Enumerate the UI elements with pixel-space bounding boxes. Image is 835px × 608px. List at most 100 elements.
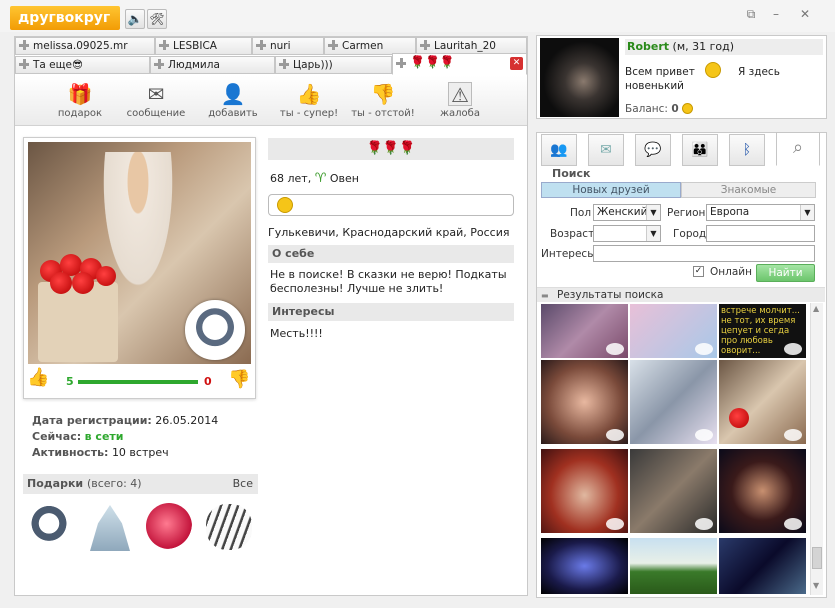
- like-button[interactable]: 👍 ты - супер!: [269, 82, 349, 119]
- about-text: Не в поиске! В сказки не верю! Подкаты б…: [270, 268, 507, 295]
- results-label: Результаты поиска: [557, 289, 664, 301]
- scroll-thumb[interactable]: [812, 547, 822, 569]
- profile-photo[interactable]: [28, 142, 251, 364]
- gift-button[interactable]: 🎁 подарок: [40, 82, 120, 119]
- about-header: О себе: [268, 245, 514, 263]
- tab-chat-6[interactable]: Та еще😎: [15, 56, 150, 74]
- interests-label: Интересы: [541, 248, 596, 260]
- plus-icon: [19, 59, 29, 69]
- result-thumb[interactable]: [541, 538, 628, 594]
- tab-chats[interactable]: 💬: [635, 134, 671, 166]
- my-avatar[interactable]: [540, 38, 619, 117]
- my-name[interactable]: Robert: [627, 40, 669, 53]
- find-button[interactable]: Найти: [756, 264, 815, 282]
- group-chat-icon: 👪: [691, 142, 709, 158]
- gifts-all-link[interactable]: Все: [233, 474, 253, 494]
- complain-button[interactable]: ⚠ жалоба: [420, 82, 500, 119]
- age-select[interactable]: ▼: [593, 225, 661, 242]
- restore-icon[interactable]: ⧉: [740, 5, 762, 23]
- husky-gift-badge[interactable]: [185, 300, 245, 360]
- tab-chat-8[interactable]: Царь))): [275, 56, 392, 74]
- interests-input[interactable]: [593, 245, 815, 262]
- gift-rose-icon[interactable]: [146, 503, 192, 549]
- gifts-header: Подарки (всего: 4) Все: [23, 474, 258, 494]
- add-friend-button[interactable]: 👤 добавить: [193, 82, 273, 119]
- complain-label: жалоба: [440, 108, 480, 119]
- dislike-button[interactable]: 👎 ты - отстой!: [343, 82, 423, 119]
- app-logo[interactable]: другвокруг: [10, 6, 120, 30]
- result-thumb[interactable]: [719, 449, 806, 533]
- my-status-c: новенький: [625, 80, 684, 92]
- interests-header: Интересы: [268, 303, 514, 321]
- tab-contacts[interactable]: 👥: [541, 134, 577, 166]
- thumbs-up-icon: 👍: [296, 82, 322, 106]
- scroll-down-icon[interactable]: ▼: [813, 581, 819, 590]
- message-button[interactable]: ✉ сообщение: [116, 82, 196, 119]
- gift-tiger-icon[interactable]: [206, 504, 252, 550]
- my-info: (м, 31 год): [672, 40, 735, 53]
- zodiac-text: Овен: [329, 172, 359, 185]
- tab-bluetooth[interactable]: ᛒ: [729, 134, 765, 166]
- my-name-row: Robert (м, 31 год): [625, 39, 823, 55]
- plus-icon: [420, 40, 430, 50]
- result-thumb[interactable]: [541, 449, 628, 533]
- tab-label: Людмила: [168, 59, 220, 71]
- chevron-down-icon: ▼: [646, 205, 660, 220]
- tab-groups[interactable]: 👪: [682, 134, 718, 166]
- now-label: Сейчас:: [32, 430, 82, 443]
- result-thumb[interactable]: [719, 360, 806, 444]
- tab-label: Lauritah_20: [434, 40, 496, 52]
- plus-icon: [256, 40, 266, 50]
- chat-bubble-icon: [695, 429, 713, 441]
- close-tab-icon[interactable]: ✕: [510, 57, 523, 70]
- result-thumb[interactable]: [541, 360, 628, 444]
- like-small-icon[interactable]: 👍: [27, 367, 49, 388]
- close-window-icon[interactable]: ✕: [794, 5, 816, 23]
- tab-chat-2[interactable]: LESBICA: [155, 37, 252, 55]
- result-thumb[interactable]: [719, 538, 806, 594]
- chat-bubbles-icon: 💬: [644, 142, 662, 158]
- chevron-down-icon: ▼: [800, 205, 814, 220]
- result-thumb[interactable]: [630, 304, 717, 358]
- tab-search[interactable]: ⌕: [776, 132, 820, 166]
- tab-active-profile[interactable]: 🌹🌹🌹 ✕: [392, 53, 527, 75]
- minimize-icon[interactable]: –: [765, 5, 787, 23]
- aries-icon: ♈: [314, 171, 327, 186]
- status-bubble: [268, 194, 514, 216]
- tab-messages[interactable]: ✉: [588, 134, 624, 166]
- warning-user-icon: ⚠: [448, 82, 472, 107]
- tab-label: nuri: [270, 40, 291, 52]
- tools-icon[interactable]: 🛠: [147, 9, 167, 29]
- plus-icon: [19, 40, 29, 50]
- result-thumb[interactable]: [630, 360, 717, 444]
- tab-label: Та еще😎: [33, 59, 83, 71]
- tab-chat-3[interactable]: nuri: [252, 37, 324, 55]
- online-checkbox[interactable]: ✓: [693, 266, 704, 277]
- scroll-up-icon[interactable]: ▲: [813, 304, 819, 313]
- result-thumb[interactable]: [630, 449, 717, 533]
- result-thumb[interactable]: встрече молчит... не тот, их время цепуе…: [719, 304, 806, 358]
- gift-husky-icon[interactable]: [26, 505, 72, 551]
- region-label: Регион: [667, 207, 706, 219]
- tab-acquaintances[interactable]: Знакомые: [681, 182, 816, 198]
- tab-chat-7[interactable]: Людмила: [150, 56, 275, 74]
- bluetooth-people-icon: ᛒ: [742, 142, 752, 158]
- result-thumb[interactable]: [541, 304, 628, 358]
- dislikes-count: 0: [204, 375, 212, 388]
- likes-count: 5: [66, 375, 74, 388]
- my-status-a: Всем привет: [625, 66, 695, 78]
- city-input[interactable]: [706, 225, 815, 242]
- sex-select[interactable]: Женский ▼: [593, 204, 661, 221]
- tab-chat-1[interactable]: melissa.09025.mr: [15, 37, 155, 55]
- reg-value: 26.05.2014: [155, 414, 219, 427]
- my-status-b: Я здесь: [738, 66, 780, 78]
- tab-new-friends[interactable]: Новых друзей: [541, 182, 681, 198]
- results-scrollbar[interactable]: ▲ ▼: [810, 303, 823, 595]
- region-select[interactable]: Европа ▼: [706, 204, 815, 221]
- add-label: добавить: [208, 108, 258, 119]
- reg-row: Дата регистрации: 26.05.2014: [32, 414, 218, 427]
- dislike-small-icon[interactable]: 👎: [228, 369, 250, 390]
- speaker-icon[interactable]: 🔈: [125, 9, 145, 29]
- result-thumb[interactable]: [630, 538, 717, 594]
- collapse-icon[interactable]: ▬: [541, 288, 549, 303]
